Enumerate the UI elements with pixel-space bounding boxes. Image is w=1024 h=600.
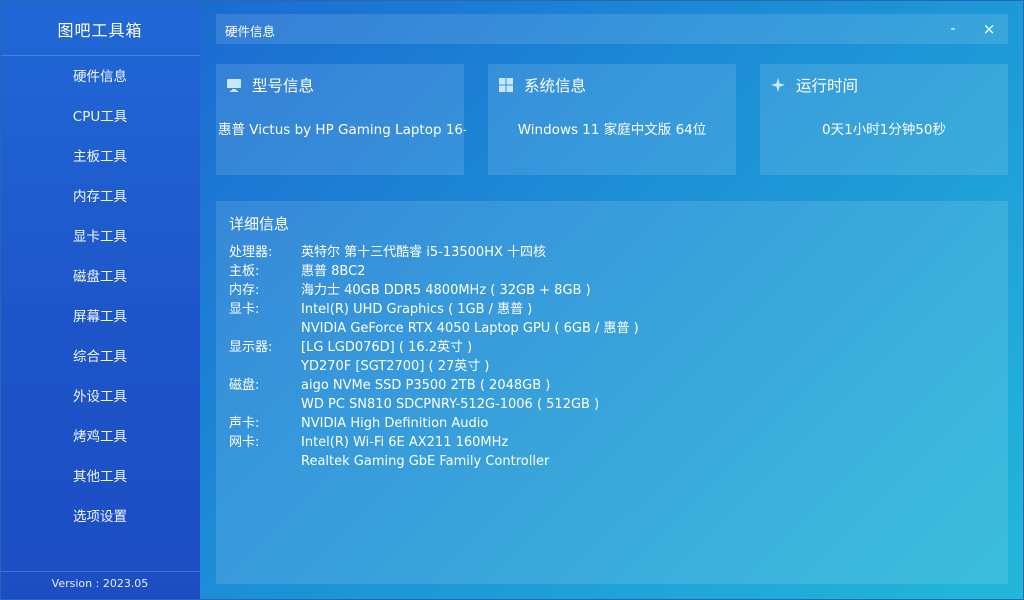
uptime-card: 运行时间 0天1小时1分钟50秒	[760, 64, 1008, 175]
system-info-card: 系统信息 Windows 11 家庭中文版 64位	[488, 64, 736, 175]
detail-row-network-2: Realtek Gaming GbE Family Controller	[229, 452, 639, 471]
detail-row-network: 网卡: Intel(R) Wi-Fi 6E AX211 160MHz	[229, 433, 639, 452]
sidebar-item-other-tools[interactable]: 其他工具	[0, 457, 200, 497]
uptime-value: 0天1小时1分钟50秒	[822, 122, 946, 138]
row-value: Realtek Gaming GbE Family Controller	[301, 454, 550, 469]
model-info-value: 惠普 Victus by HP Gaming Laptop 16-r0	[218, 122, 466, 138]
row-label: 显卡:	[229, 302, 260, 317]
sidebar-title-divider	[0, 55, 200, 56]
sidebar-item-motherboard-tools[interactable]: 主板工具	[0, 137, 200, 177]
row-label: 处理器:	[229, 245, 273, 260]
detail-info-list: 处理器: 英特尔 第十三代酷睿 i5-13500HX 十四核 主板: 惠普 8BC2…	[229, 243, 639, 471]
row-value: aigo NVMe SSD P3500 2TB ( 2048GB )	[301, 378, 551, 393]
sidebar-item-gpu-tools[interactable]: 显卡工具	[0, 217, 200, 257]
sidebar-nav: 硬件信息 CPU工具 主板工具 内存工具 显卡工具 磁盘工具 屏幕工具 综合工具…	[0, 57, 200, 537]
row-value: [LG LGD076D] ( 16.2英寸 )	[301, 340, 473, 355]
model-info-card: 型号信息 惠普 Victus by HP Gaming Laptop 16-r0	[216, 64, 466, 175]
system-info-value: Windows 11 家庭中文版 64位	[517, 122, 707, 138]
row-label: 显示器:	[229, 340, 273, 355]
detail-row-disk: 磁盘: aigo NVMe SSD P3500 2TB ( 2048GB )	[229, 376, 639, 395]
detail-row-display-2: YD270F [SGT2700] ( 27英寸 )	[229, 357, 639, 376]
sidebar: 图吧工具箱 硬件信息 CPU工具 主板工具 内存工具 显卡工具 磁盘工具 屏幕工…	[0, 0, 200, 600]
sidebar-item-memory-tools[interactable]: 内存工具	[0, 177, 200, 217]
row-value: 海力士 40GB DDR5 4800MHz ( 32GB + 8GB )	[301, 283, 591, 298]
row-value: Intel(R) Wi-Fi 6E AX211 160MHz	[301, 435, 509, 450]
detail-info-title: 详细信息	[229, 215, 290, 233]
row-label	[229, 395, 301, 414]
row-label	[229, 319, 301, 338]
uptime-title: 运行时间	[796, 77, 859, 95]
window-title: 硬件信息	[225, 24, 276, 39]
sidebar-item-peripheral-tools[interactable]: 外设工具	[0, 377, 200, 417]
sidebar-item-stress-tools[interactable]: 烤鸡工具	[0, 417, 200, 457]
row-label: 主板:	[229, 264, 260, 279]
detail-row-audio: 声卡: NVIDIA High Definition Audio	[229, 414, 639, 433]
app-title: 图吧工具箱	[57, 21, 143, 40]
sidebar-item-hardware-info[interactable]: 硬件信息	[0, 57, 200, 97]
row-value: NVIDIA High Definition Audio	[301, 416, 489, 431]
sidebar-item-disk-tools[interactable]: 磁盘工具	[0, 257, 200, 297]
detail-info-panel: 详细信息 处理器: 英特尔 第十三代酷睿 i5-13500HX 十四核 主板: 惠普…	[216, 201, 1008, 584]
row-value: Intel(R) UHD Graphics ( 1GB / 惠普 )	[301, 302, 533, 317]
model-info-title: 型号信息	[252, 77, 315, 95]
row-label: 声卡:	[229, 416, 260, 431]
row-value: NVIDIA GeForce RTX 4050 Laptop GPU ( 6GB…	[301, 321, 639, 336]
sidebar-item-general-tools[interactable]: 综合工具	[0, 337, 200, 377]
title-bar[interactable]: 硬件信息 - ×	[216, 14, 1008, 44]
windows-logo-icon	[498, 77, 514, 93]
pulse-icon	[770, 77, 786, 93]
detail-row-gpu: 显卡: Intel(R) UHD Graphics ( 1GB / 惠普 )	[229, 300, 639, 319]
system-info-title: 系统信息	[524, 77, 587, 95]
row-value: WD PC SN810 SDCPNRY-512G-1006 ( 512GB )	[301, 397, 600, 412]
detail-row-motherboard: 主板: 惠普 8BC2	[229, 262, 639, 281]
row-value: 惠普 8BC2	[301, 264, 366, 279]
sidebar-item-settings[interactable]: 选项设置	[0, 497, 200, 537]
sidebar-version-divider	[0, 571, 200, 572]
row-label: 内存:	[229, 283, 260, 298]
row-label	[229, 452, 301, 471]
monitor-icon	[226, 77, 242, 93]
row-value: YD270F [SGT2700] ( 27英寸 )	[301, 359, 490, 374]
detail-row-cpu: 处理器: 英特尔 第十三代酷睿 i5-13500HX 十四核	[229, 243, 639, 262]
sidebar-item-screen-tools[interactable]: 屏幕工具	[0, 297, 200, 337]
app-version: Version : 2023.05	[51, 577, 149, 590]
row-value: 英特尔 第十三代酷睿 i5-13500HX 十四核	[301, 245, 547, 260]
close-button[interactable]: ×	[976, 17, 1002, 41]
detail-row-display: 显示器: [LG LGD076D] ( 16.2英寸 )	[229, 338, 639, 357]
row-label: 磁盘:	[229, 378, 260, 393]
detail-row-disk-2: WD PC SN810 SDCPNRY-512G-1006 ( 512GB )	[229, 395, 639, 414]
detail-row-gpu-2: NVIDIA GeForce RTX 4050 Laptop GPU ( 6GB…	[229, 319, 639, 338]
sidebar-item-cpu-tools[interactable]: CPU工具	[0, 97, 200, 137]
row-label	[229, 357, 301, 376]
detail-row-memory: 内存: 海力士 40GB DDR5 4800MHz ( 32GB + 8GB )	[229, 281, 639, 300]
row-label: 网卡:	[229, 435, 260, 450]
minimize-button[interactable]: -	[940, 17, 966, 41]
